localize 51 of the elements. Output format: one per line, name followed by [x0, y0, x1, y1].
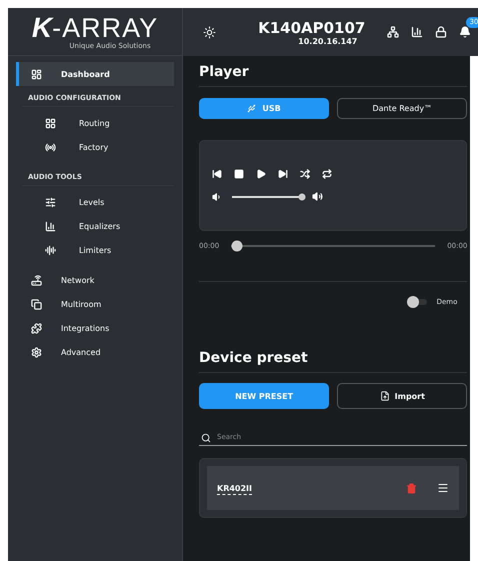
sidebar-item[interactable]: Levels	[20, 190, 174, 214]
sidebar-item[interactable]: Dashboard	[16, 62, 174, 86]
radio-icon	[45, 142, 56, 152]
sidebar-item[interactable]: Limiters	[20, 238, 174, 262]
search-icon	[201, 433, 211, 443]
logo-text: -ARRAY	[52, 14, 158, 42]
bar-chart-icon	[45, 220, 56, 232]
section-title: Player	[199, 64, 468, 87]
grid-icon	[45, 118, 56, 128]
dashboard-icon	[31, 68, 42, 80]
trash-icon[interactable]	[406, 482, 418, 494]
sidebar-item[interactable]: Integrations	[16, 316, 174, 340]
sidebar-item[interactable]: Routing	[20, 111, 174, 135]
copy-icon	[31, 298, 42, 310]
sidebar-item[interactable]: Factory	[20, 135, 174, 159]
audio-lines-icon	[45, 244, 56, 256]
puzzle-icon	[31, 322, 42, 334]
sidebar-item[interactable]: Multiroom	[16, 292, 174, 316]
next-icon[interactable]	[278, 169, 288, 179]
progress-thumb[interactable]	[231, 240, 242, 252]
bar-chart-icon[interactable]	[411, 26, 424, 38]
volume-down-icon[interactable]	[212, 192, 222, 202]
logo-mark: K	[32, 14, 52, 42]
file-icon	[380, 391, 390, 401]
sliders-icon	[45, 196, 56, 208]
preset-name[interactable]: KR402II	[217, 484, 386, 492]
sidebar-item[interactable]: Equalizers	[20, 214, 174, 238]
preset-row[interactable]: KR402II	[207, 466, 460, 510]
section-title: Device preset	[199, 350, 468, 373]
sidebar-item[interactable]: Network	[16, 268, 174, 292]
lock-icon[interactable]	[435, 26, 448, 38]
import-button[interactable]: Import	[337, 383, 468, 409]
network-icon[interactable]	[387, 26, 400, 38]
repeat-icon[interactable]	[322, 169, 332, 179]
sidebar-item[interactable]: Advanced	[16, 340, 174, 364]
sun-icon[interactable]	[203, 26, 216, 38]
demo-toggle[interactable]	[408, 299, 427, 305]
bell-icon[interactable]	[459, 26, 472, 38]
usb-icon	[247, 104, 256, 113]
device-ip: 10.20.16.147	[298, 36, 358, 46]
shuffle-icon[interactable]	[300, 169, 310, 179]
settings-icon	[31, 346, 42, 358]
stop-icon[interactable]	[234, 169, 244, 179]
volume-up-icon[interactable]	[312, 191, 323, 202]
router-icon	[31, 274, 42, 286]
source-tab[interactable]: Dante Ready™	[337, 98, 468, 119]
play-icon[interactable]	[256, 169, 266, 179]
device-name: K140AP0107	[258, 18, 366, 36]
menu-icon[interactable]	[437, 482, 450, 494]
volume-thumb[interactable]	[298, 193, 306, 200]
previous-icon[interactable]	[212, 169, 222, 179]
